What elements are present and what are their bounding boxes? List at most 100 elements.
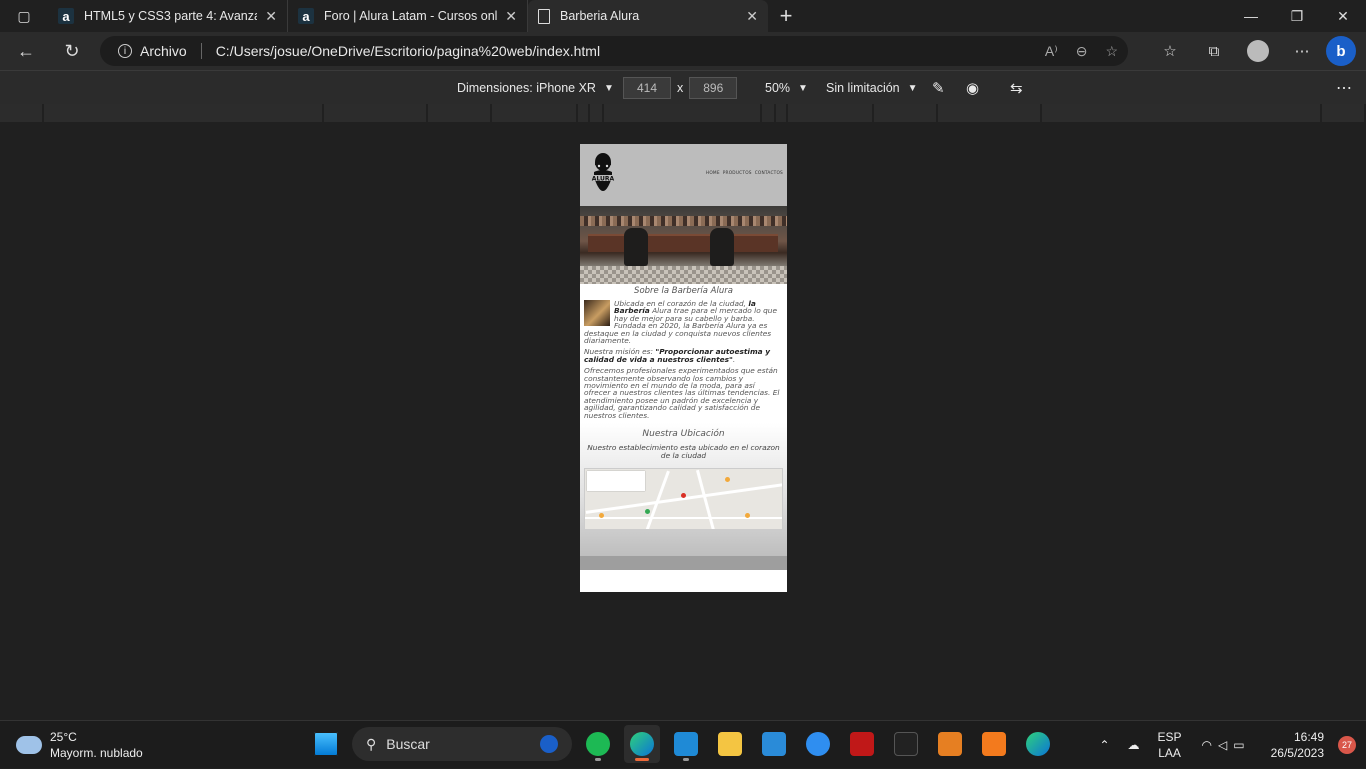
collections-icon[interactable]: ⧉: [1194, 35, 1234, 67]
taskbar-search[interactable]: ⚲ Buscar: [352, 727, 572, 761]
window-controls: — ❐ ✕: [1228, 0, 1366, 32]
menu-item-home[interactable]: HOME: [706, 171, 720, 176]
git-app-icon[interactable]: [976, 725, 1012, 763]
ruler-segment[interactable]: [938, 104, 1042, 122]
logo-text: ALURA: [592, 176, 615, 183]
help-icon[interactable]: [800, 725, 836, 763]
barber-thumbnail-image: [584, 300, 610, 326]
vscode-icon[interactable]: [668, 725, 704, 763]
divider: [200, 43, 202, 59]
refresh-icon[interactable]: ↻: [52, 35, 92, 67]
alura-barber-logo[interactable]: ALURA: [588, 150, 618, 202]
rotate-icon[interactable]: ⇆: [1010, 77, 1023, 99]
embedded-map[interactable]: [584, 468, 783, 531]
sublime-icon[interactable]: [932, 725, 968, 763]
tab-alura-forum[interactable]: a Foro | Alura Latam - Cursos onlin ✕: [288, 0, 528, 32]
cloud-sun-icon: [13, 731, 42, 754]
minimize-icon[interactable]: —: [1228, 0, 1274, 32]
spotify-icon[interactable]: [580, 725, 616, 763]
device-select[interactable]: Dimensiones: iPhone XR ▼: [457, 77, 614, 99]
browser-tools: ☆ ⧉ ⋯ b: [1150, 32, 1356, 70]
url-text[interactable]: C:/Users/josue/OneDrive/Escritorio/pagin…: [216, 43, 600, 59]
ruler-segment[interactable]: [590, 104, 604, 122]
location-title: Nuestra Ubicación: [642, 429, 725, 440]
weather-widget[interactable]: 25°C Mayorm. nublado: [13, 729, 143, 761]
close-icon[interactable]: ✕: [265, 8, 277, 25]
ruler-segment[interactable]: [788, 104, 874, 122]
close-window-icon[interactable]: ✕: [1320, 0, 1366, 32]
info-icon[interactable]: i: [118, 44, 132, 58]
chevron-down-icon: ▼: [798, 82, 808, 94]
language-indicator[interactable]: ESP LAA: [1158, 729, 1182, 761]
favorites-icon[interactable]: ☆: [1150, 35, 1190, 67]
ruler-segment[interactable]: [0, 104, 44, 122]
address-bar[interactable]: i Archivo C:/Users/josue/OneDrive/Escrit…: [100, 36, 1128, 66]
about-title: Sobre la Barbería Alura: [634, 286, 733, 296]
about-section: Ubicada en el corazón de la ciudad, la B…: [584, 300, 783, 419]
ruler-segment[interactable]: [604, 104, 762, 122]
map-info-card[interactable]: [587, 471, 645, 492]
close-icon[interactable]: ✕: [746, 8, 758, 25]
alura-icon: a: [58, 8, 74, 24]
tab-actions-icon[interactable]: ▢: [0, 0, 48, 32]
add-favorite-icon[interactable]: ☆: [1105, 43, 1118, 60]
ruler-segment[interactable]: [1042, 104, 1322, 122]
device-toolbar: Dimensiones: iPhone XR ▼ 414 x 896 50% ▼…: [0, 70, 1366, 104]
ruler-segment[interactable]: [1322, 104, 1366, 122]
bing-icon[interactable]: b: [1326, 36, 1356, 66]
menu-item-contactos[interactable]: CONTACTOS: [755, 171, 783, 176]
barbershop-banner-image: [580, 206, 787, 284]
document-icon: [538, 8, 550, 24]
ruler-segment[interactable]: [874, 104, 938, 122]
about-paragraph-2: Nuestra misión es: "Proporcionar autoest…: [584, 347, 771, 364]
zoom-select[interactable]: 50% ▼: [765, 77, 808, 99]
read-aloud-icon[interactable]: A⁾: [1045, 43, 1058, 60]
affinity-icon[interactable]: [888, 725, 924, 763]
throttle-select[interactable]: Sin limitación ▼: [826, 77, 918, 99]
eyedropper-icon[interactable]: ✎: [932, 77, 945, 99]
zoom-icon[interactable]: ⊖: [1076, 43, 1088, 60]
notification-badge[interactable]: 27: [1338, 736, 1356, 754]
edge-dev-icon[interactable]: [1020, 725, 1056, 763]
tab-html5-course[interactable]: a HTML5 y CSS3 parte 4: Avanzand ✕: [48, 0, 288, 32]
close-icon[interactable]: ✕: [505, 8, 517, 25]
avatar[interactable]: [1247, 40, 1269, 62]
tab-barberia-alura[interactable]: Barberia Alura ✕: [528, 0, 768, 32]
ruler-segment[interactable]: [762, 104, 776, 122]
ruler-segment[interactable]: [324, 104, 428, 122]
onedrive-icon[interactable]: ☁: [1128, 738, 1140, 752]
location-subtitle: Nuestro establecimiento esta ubicado en …: [587, 443, 780, 461]
restore-icon[interactable]: ❐: [1274, 0, 1320, 32]
chevron-down-icon: ▼: [603, 82, 614, 94]
file-explorer-icon[interactable]: [712, 725, 748, 763]
more-icon[interactable]: ⋯: [1282, 35, 1322, 67]
media-query-ruler: [0, 104, 1366, 122]
clock[interactable]: 16:49 26/5/2023: [1271, 729, 1324, 761]
ruler-segment[interactable]: [492, 104, 578, 122]
start-button[interactable]: [308, 725, 344, 763]
back-arrow-icon[interactable]: ←: [6, 35, 46, 67]
chevron-up-icon[interactable]: ⌃: [1099, 738, 1109, 752]
ruler-segment[interactable]: [578, 104, 590, 122]
new-tab-button[interactable]: +: [768, 3, 804, 29]
ruler-segment[interactable]: [44, 104, 324, 122]
menu-item-productos[interactable]: PRODUCTOS: [723, 171, 752, 176]
height-input[interactable]: 896: [689, 77, 738, 99]
mcafee-icon[interactable]: [844, 725, 880, 763]
ruler-segment[interactable]: [776, 104, 788, 122]
store-icon[interactable]: [756, 725, 792, 763]
wifi-icon[interactable]: ◠: [1202, 738, 1212, 752]
taskbar-apps: ⚲ Buscar: [308, 725, 1056, 763]
alura-icon: a: [298, 8, 314, 24]
ruler-segment[interactable]: [428, 104, 492, 122]
edge-icon[interactable]: [624, 725, 660, 763]
more-options-icon[interactable]: ⋯: [1336, 77, 1352, 99]
vision-icon[interactable]: ◉: [966, 77, 979, 99]
temperature: 25°C: [50, 730, 77, 744]
tab-title: Foro | Alura Latam - Cursos onlin: [324, 9, 498, 23]
volume-icon[interactable]: ◁: [1218, 738, 1227, 752]
width-input[interactable]: 414: [623, 77, 671, 99]
battery-icon[interactable]: ▭: [1233, 738, 1244, 752]
bing-icon: [540, 735, 558, 753]
weather-text: Mayorm. nublado: [50, 746, 143, 760]
